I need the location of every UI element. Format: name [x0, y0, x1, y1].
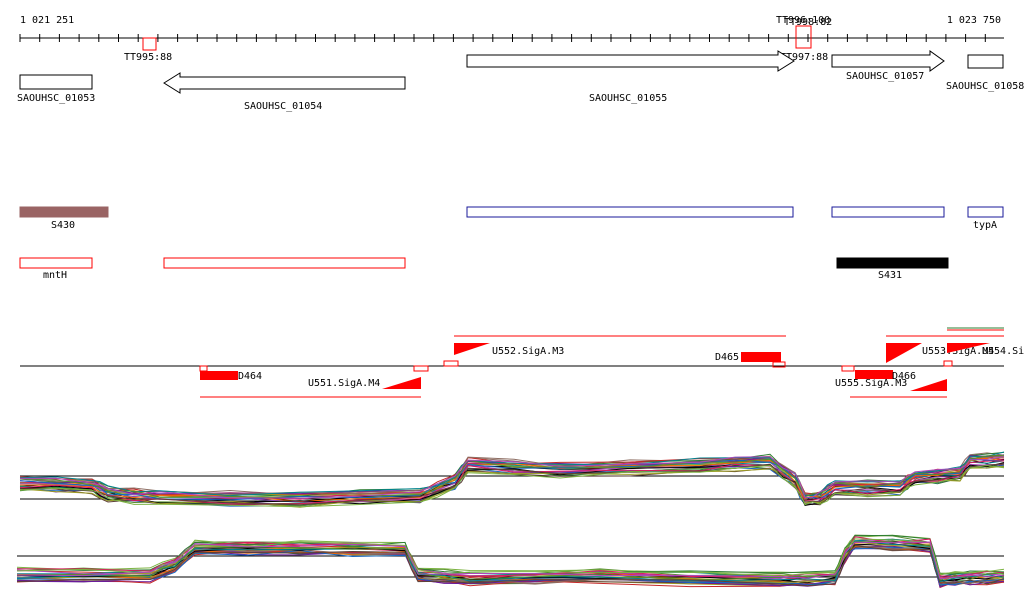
- feature-red-outline[interactable]: [163, 257, 406, 269]
- promoter-label-u552: U552.SigA.M3: [492, 346, 564, 357]
- feature-blue-1[interactable]: [466, 206, 794, 218]
- terminator-mark-tt996[interactable]: [795, 25, 812, 49]
- axis-connector-u552: [443, 360, 459, 367]
- axis-connector-u553: [943, 360, 953, 367]
- gene-label-saouhsc-01054: SAOUHSC_01054: [244, 101, 322, 112]
- axis-connector-u551: [413, 365, 429, 372]
- feature-s431[interactable]: [836, 257, 949, 269]
- promoter-triangle-u552[interactable]: [454, 343, 490, 355]
- gene-saouhsc-01054[interactable]: [163, 72, 406, 94]
- gene-saouhsc-01053[interactable]: [19, 74, 93, 90]
- downshift-d465[interactable]: [741, 352, 781, 362]
- promoter-triangle-u551[interactable]: [382, 377, 421, 389]
- feature-label-s431: S431: [878, 270, 902, 281]
- feature-label-typa: typA: [973, 220, 997, 231]
- promoter-label-u551: U551.SigA.M4: [308, 378, 380, 389]
- feature-blue-2[interactable]: [831, 206, 945, 218]
- expression-panel-2: [16, 534, 1005, 589]
- downshift-label-d466: D466: [892, 371, 916, 382]
- feature-label-s430: S430: [51, 220, 75, 231]
- feature-label-mnth: mntH: [43, 270, 67, 281]
- feature-s430[interactable]: [19, 206, 109, 218]
- gene-saouhsc-01057[interactable]: [831, 50, 945, 72]
- position-ruler: 1 021 251 1 023 750: [19, 15, 1004, 42]
- gene-saouhsc-01055[interactable]: [466, 50, 795, 72]
- downshift-label-d465: D465: [715, 352, 739, 363]
- regulatory-track: U552.SigA.M3 U551.SigA.M4 U553.SigA.M4 U…: [20, 327, 1024, 398]
- genome-browser-view: 1 021 251 1 023 750 TT995:88 TT996:100 T…: [16, 15, 1024, 589]
- downshift-d464[interactable]: [200, 371, 238, 380]
- gene-saouhsc-01058[interactable]: [967, 54, 1004, 69]
- gene-label-saouhsc-01053: SAOUHSC_01053: [17, 93, 95, 104]
- terminator-label-tt995: TT995:88: [124, 52, 172, 63]
- expression-panel-1: [19, 451, 1005, 508]
- gene-label-saouhsc-01057: SAOUHSC_01057: [846, 71, 924, 82]
- promoter-triangle-u553[interactable]: [886, 343, 922, 363]
- expression-2-series: [16, 534, 1005, 589]
- gene-label-saouhsc-01055: SAOUHSC_01055: [589, 93, 667, 104]
- promoter-label-u554: U554.Si: [982, 346, 1024, 357]
- annotation-track-2: mntH S431: [19, 257, 949, 281]
- ruler-end-label: 1 023 750: [947, 15, 1001, 26]
- downshift-label-d464: D464: [238, 371, 262, 382]
- feature-mnth[interactable]: [19, 257, 93, 269]
- downshift-d464-tick: [199, 365, 208, 372]
- downshift-d466[interactable]: [855, 370, 893, 379]
- downshift-d466-tick: [841, 365, 855, 372]
- feature-typa[interactable]: [967, 206, 1004, 218]
- gene-label-saouhsc-01058: SAOUHSC_01058: [946, 81, 1024, 92]
- terminator-label-tt998: TT998:82: [784, 17, 832, 28]
- annotation-track-1: S430 typA: [19, 206, 1004, 231]
- ruler-start-label: 1 021 251: [20, 15, 74, 26]
- terminator-mark-tt995[interactable]: [142, 37, 157, 51]
